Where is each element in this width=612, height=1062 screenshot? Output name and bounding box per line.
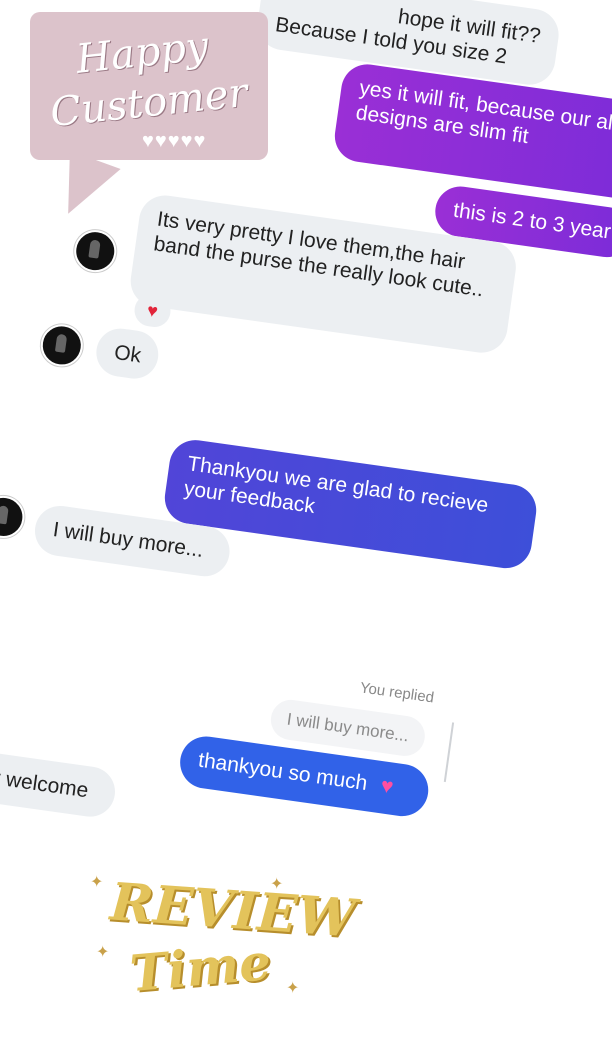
message-text: thankyou so much [196, 748, 369, 796]
reply-label: You replied [358, 679, 436, 707]
review-time-sticker: REVIEW Time ✦ ✦ ✦ ✦ [80, 860, 357, 1020]
message-text: Your welcome [0, 761, 90, 803]
message-text: Its very pretty I love them,the hair ban… [152, 207, 485, 302]
message-text: Ok [112, 340, 143, 368]
hearts-icon: ♥♥♥♥♥ [142, 130, 207, 152]
message-text: I will buy more... [51, 518, 205, 562]
message-bubble-incoming: Ok [93, 325, 162, 382]
contact-avatar[interactable] [38, 321, 86, 370]
message-bubble-outgoing: yes it will fit, because our all designs… [331, 61, 612, 203]
quote-divider [443, 722, 455, 783]
message-text: Thankyou we are glad to recieve your fee… [182, 452, 490, 519]
sparkle-icon: ✦ [96, 944, 110, 961]
happy-customer-sticker: Happy Customer ♥♥♥♥♥ [30, 12, 268, 160]
contact-avatar[interactable] [0, 493, 28, 541]
sparkle-icon: ✦ [286, 980, 300, 997]
message-text: this is 2 to 3 year [451, 198, 612, 244]
sticker-text: Happy [73, 23, 211, 83]
heart-emoji-icon: ♥ [379, 774, 395, 799]
message-bubble-incoming: Your welcome [0, 745, 119, 820]
message-text: yes it will fit, because our all designs… [354, 76, 612, 149]
sticker-text: Time [127, 931, 274, 1004]
sparkle-icon: ✦ [270, 876, 284, 893]
contact-avatar[interactable] [71, 227, 119, 275]
sparkle-icon: ✦ [90, 874, 104, 891]
